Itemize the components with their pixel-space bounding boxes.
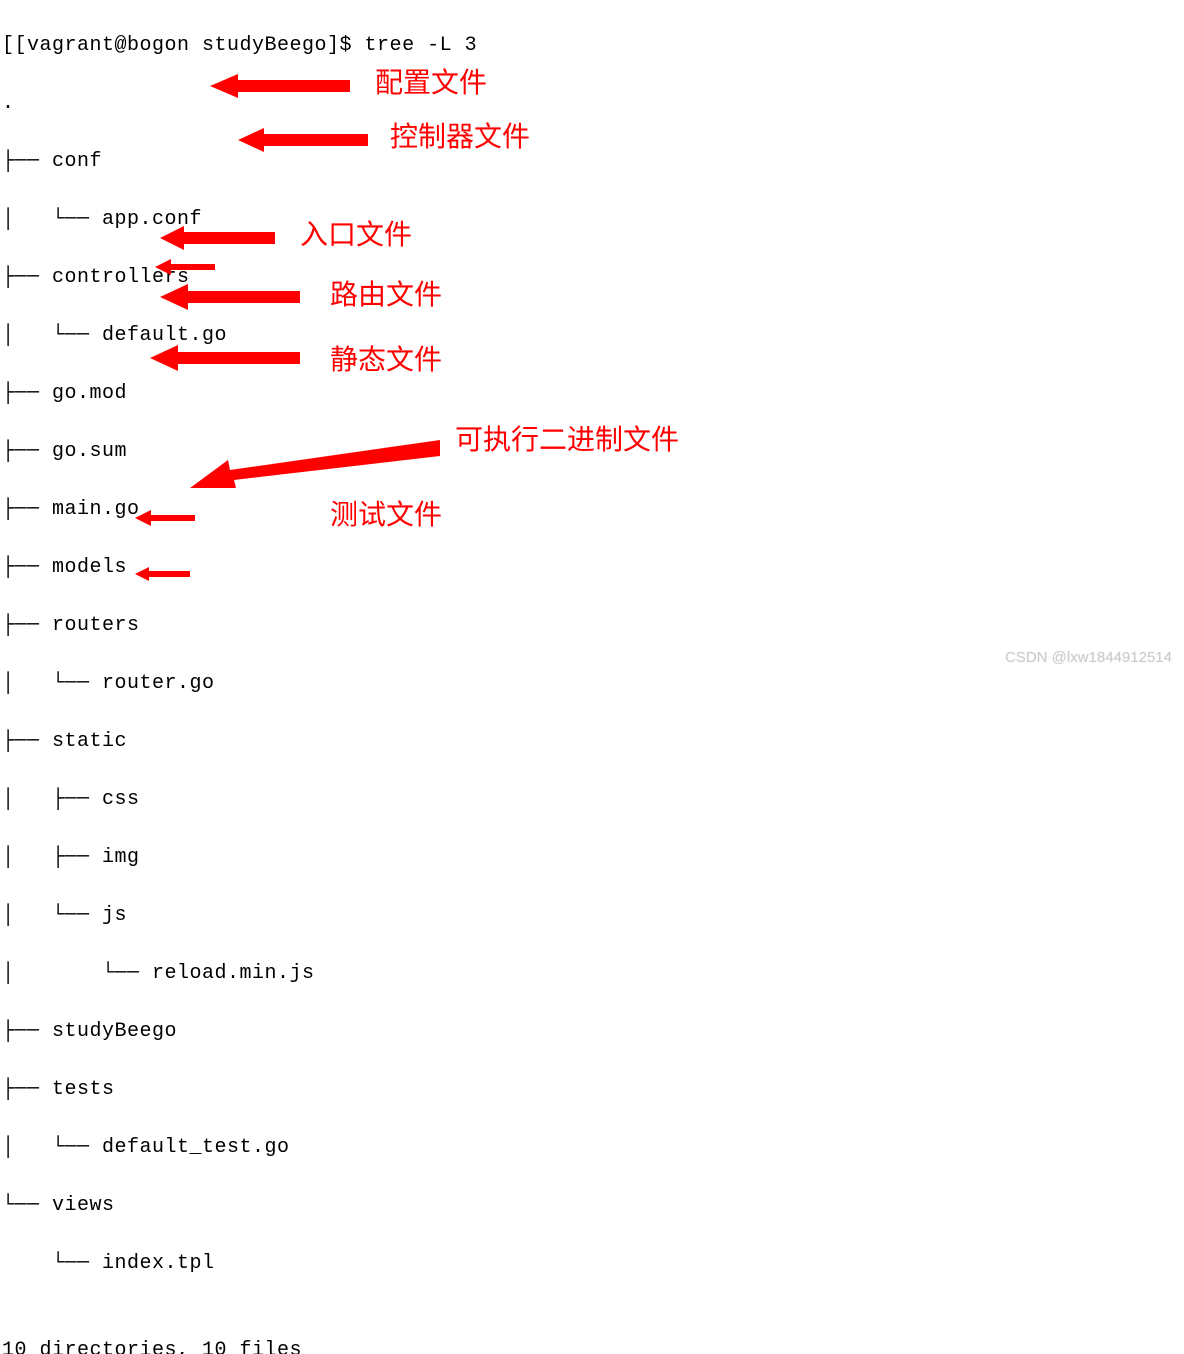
tree-line: └── index.tpl xyxy=(2,1249,1182,1278)
tree-line: ├── static xyxy=(2,727,1182,756)
terminal-output: [[vagrant@bogon studyBeego]$ tree -L 3 .… xyxy=(0,0,1184,1354)
tree-line: │ └── default_test.go xyxy=(2,1133,1182,1162)
tree-line: │ └── router.go xyxy=(2,669,1182,698)
tree-line: ├── go.sum xyxy=(2,437,1182,466)
tree-line: │ └── app.conf xyxy=(2,205,1182,234)
tree-line: . xyxy=(2,89,1182,118)
tree-line: ├── controllers xyxy=(2,263,1182,292)
watermark: CSDN @lxw1844912514 xyxy=(1005,647,1172,669)
tree-line: ├── studyBeego xyxy=(2,1017,1182,1046)
tree-line: │ └── js xyxy=(2,901,1182,930)
tree-line: ├── conf xyxy=(2,147,1182,176)
tree-line: │ └── reload.min.js xyxy=(2,959,1182,988)
tree-line: ├── routers xyxy=(2,611,1182,640)
tree-line: ├── main.go xyxy=(2,495,1182,524)
tree-summary: 10 directories, 10 files xyxy=(2,1336,1182,1354)
tree-line: ├── models xyxy=(2,553,1182,582)
tree-line: ├── tests xyxy=(2,1075,1182,1104)
tree-line: │ └── default.go xyxy=(2,321,1182,350)
tree-line: └── views xyxy=(2,1191,1182,1220)
tree-line: │ ├── css xyxy=(2,785,1182,814)
command-prompt: [[vagrant@bogon studyBeego]$ tree -L 3 xyxy=(2,31,1182,60)
tree-line: ├── go.mod xyxy=(2,379,1182,408)
tree-line: │ ├── img xyxy=(2,843,1182,872)
